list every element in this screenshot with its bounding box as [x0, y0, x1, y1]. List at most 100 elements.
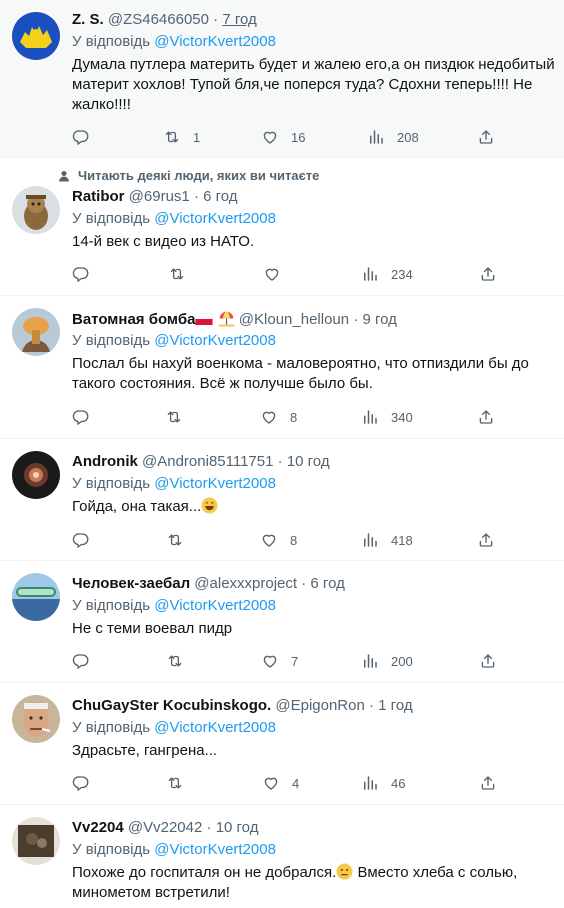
reply-button[interactable] — [72, 264, 90, 284]
user-handle[interactable]: @Androni85111751 — [142, 453, 273, 470]
tweet[interactable]: Читають деякі люди, яких ви читаєте Rati… — [0, 158, 564, 296]
tweet[interactable]: Ватомная бомба @Kloun_helloun · 9 год У … — [0, 296, 564, 439]
views-button[interactable]: 200 — [361, 651, 413, 671]
display-name[interactable]: Ватомная бомба — [72, 311, 195, 328]
avatar[interactable] — [12, 817, 60, 865]
tweet-header: Z. S. @ZS46466050 · 7 год — [72, 10, 257, 30]
person-icon — [59, 170, 69, 181]
reply-button[interactable] — [72, 773, 90, 793]
display-name[interactable]: Ratibor — [72, 188, 125, 205]
reply-button[interactable] — [72, 530, 90, 550]
timestamp[interactable]: 9 год — [362, 311, 396, 328]
share-icon — [479, 652, 497, 670]
timestamp[interactable]: 6 год — [310, 575, 344, 592]
tweet[interactable]: Z. S. @ZS46466050 · 7 год У відповідь @V… — [0, 0, 564, 158]
like-button[interactable]: 16 — [261, 127, 305, 147]
avatar[interactable] — [12, 308, 60, 356]
views-icon — [361, 265, 379, 283]
like-icon — [261, 128, 279, 146]
views-button[interactable]: 234 — [361, 264, 413, 284]
share-button[interactable] — [477, 127, 495, 147]
share-button[interactable] — [479, 773, 497, 793]
retweet-button[interactable] — [166, 651, 184, 671]
timestamp[interactable]: 1 год — [378, 697, 412, 714]
timestamp[interactable]: 10 год — [287, 453, 330, 470]
retweet-button[interactable] — [165, 407, 183, 427]
like-icon — [260, 408, 278, 426]
user-handle[interactable]: @69rus1 — [129, 188, 190, 205]
user-handle[interactable]: @alexxxproject — [194, 575, 297, 592]
user-handle[interactable]: @ZS46466050 — [108, 11, 209, 28]
display-name[interactable]: Vv2204 — [72, 819, 124, 836]
avatar[interactable] — [12, 695, 60, 743]
mention-link[interactable]: @VictorKvert2008 — [154, 597, 276, 614]
display-name[interactable]: Z. S. — [72, 11, 104, 28]
views-button[interactable]: 208 — [367, 127, 419, 147]
reply-button[interactable] — [72, 127, 90, 147]
reply-context: У відповідь @VictorKvert2008 — [72, 718, 276, 738]
user-handle[interactable]: @EpigonRon — [275, 697, 364, 714]
share-button[interactable] — [477, 530, 495, 550]
views-count: 234 — [391, 266, 413, 282]
reply-prefix: У відповідь — [72, 332, 151, 349]
display-name[interactable]: Andronik — [72, 453, 138, 470]
timestamp[interactable]: 10 год — [216, 819, 259, 836]
social-context-label: Читають деякі люди, яких ви читаєте — [78, 168, 320, 183]
avatar[interactable] — [12, 12, 60, 60]
share-icon — [477, 531, 495, 549]
user-handle[interactable]: @Vv22042 — [128, 819, 202, 836]
separator-dot: · — [193, 188, 199, 205]
avatar[interactable] — [12, 451, 60, 499]
like-button[interactable]: 8 — [260, 407, 297, 427]
reply-prefix: У відповідь — [72, 841, 151, 858]
tweet[interactable]: Человек-заебал @alexxxproject · 6 год У … — [0, 561, 564, 683]
like-button[interactable]: 7 — [261, 651, 298, 671]
mention-link[interactable]: @VictorKvert2008 — [154, 210, 276, 227]
mention-link[interactable]: @VictorKvert2008 — [154, 841, 276, 858]
tweet-text: Здрасьте, гангрена... — [72, 742, 218, 759]
avatar[interactable] — [12, 186, 60, 234]
share-button[interactable] — [479, 651, 497, 671]
poland-flag-icon — [195, 312, 214, 325]
reply-button[interactable] — [72, 407, 90, 427]
retweet-button[interactable] — [168, 264, 186, 284]
views-button[interactable]: 340 — [361, 407, 413, 427]
like-button[interactable]: 4 — [262, 773, 299, 793]
reply-button[interactable] — [72, 651, 90, 671]
tweet[interactable]: ChuGaySter Kocubinskogo. @EpigonRon · 1 … — [0, 683, 564, 805]
like-icon — [263, 265, 281, 283]
avatar[interactable] — [12, 573, 60, 621]
timestamp[interactable]: 6 год — [203, 188, 237, 205]
display-name[interactable]: Человек-заебал — [72, 575, 190, 592]
mention-link[interactable]: @VictorKvert2008 — [154, 475, 276, 492]
tweet[interactable]: Andronik @Androni85111751 · 10 год У від… — [0, 439, 564, 561]
retweet-button[interactable]: 1 — [163, 127, 200, 147]
social-context: Читають деякі люди, яких ви читаєте — [58, 168, 319, 183]
mention-link[interactable]: @VictorKvert2008 — [154, 719, 276, 736]
retweet-button[interactable] — [166, 773, 184, 793]
timestamp[interactable]: 7 год — [222, 11, 256, 28]
tweet-actions: 7 200 — [72, 651, 500, 671]
share-button[interactable] — [477, 407, 495, 427]
tweet-text: Думала путлера материть будет и жалею ег… — [72, 56, 555, 113]
mention-link[interactable]: @VictorKvert2008 — [154, 332, 276, 349]
user-handle[interactable]: @Kloun_helloun — [239, 311, 349, 328]
mention-link[interactable]: @VictorKvert2008 — [154, 33, 276, 50]
reply-icon — [72, 265, 90, 283]
like-icon — [261, 652, 279, 670]
retweet-button[interactable] — [166, 530, 184, 550]
display-name[interactable]: ChuGaySter Kocubinskogo. — [72, 697, 271, 714]
share-icon — [479, 774, 497, 792]
views-button[interactable]: 418 — [361, 530, 413, 550]
laughing-emoji-icon — [201, 497, 218, 514]
like-button[interactable] — [263, 264, 281, 284]
retweet-icon — [166, 652, 184, 670]
views-icon — [361, 408, 379, 426]
views-button[interactable]: 46 — [361, 773, 405, 793]
tweet[interactable]: Vv2204 @Vv22042 · 10 год У відповідь @Vi… — [0, 805, 564, 908]
like-button[interactable]: 8 — [260, 530, 297, 550]
share-button[interactable] — [479, 264, 497, 284]
reply-icon — [72, 774, 90, 792]
neutral-face-emoji-icon — [336, 863, 353, 880]
tweet-header: Ratibor @69rus1 · 6 год — [72, 187, 238, 207]
